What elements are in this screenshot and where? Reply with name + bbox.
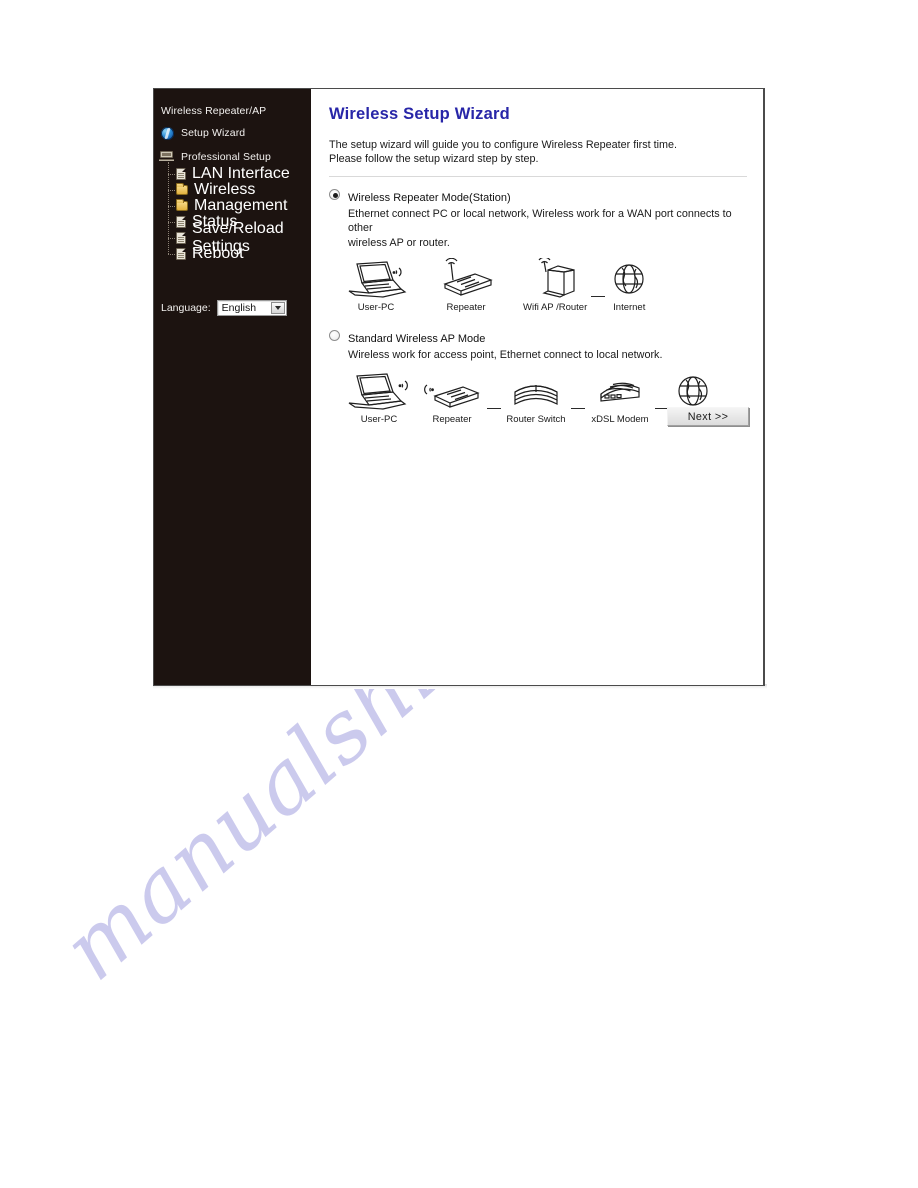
diagram-repeater-mode: User-PC Repeater Wifi AP /Router Interne… [343, 258, 749, 313]
page-root: manualshive.com Wireless Repeater/AP Set… [0, 0, 918, 1188]
divider [329, 176, 747, 177]
diagram-node-internet: Internet [609, 258, 649, 313]
language-selector-group: Language: English [154, 300, 311, 316]
sidebar-item-wireless[interactable]: Wireless [154, 181, 311, 198]
radio-standard-wireless-ap-mode[interactable] [329, 330, 340, 341]
diagram-node-router-switch: Router Switch [505, 370, 567, 425]
diagram-node-wifi-ap-router: Wifi AP /Router [523, 258, 587, 313]
laptop-wifi-icon [343, 370, 415, 412]
diagram-node-user-pc: User-PC [343, 258, 409, 313]
tree-connector [168, 206, 175, 207]
option-sub-line-2: wireless AP or router. [348, 237, 450, 249]
next-button-wrapper: Next >> [667, 407, 749, 426]
folder-icon [176, 183, 188, 195]
router-switch-icon [505, 370, 567, 412]
sidebar-item-label-reboot: Reboot [192, 245, 244, 262]
globe-internet-icon [673, 370, 713, 412]
diagram-link [571, 408, 585, 409]
document-icon [176, 232, 186, 244]
language-select-value: English [221, 302, 257, 314]
option-sub-line-1: Ethernet connect PC or local network, Wi… [348, 208, 732, 234]
option-wireless-repeater-mode[interactable]: Wireless Repeater Mode(Station) Ethernet… [329, 188, 749, 313]
sidebar-item-reboot[interactable]: Reboot [154, 245, 311, 262]
description-line-2: Please follow the setup wizard step by s… [329, 153, 539, 165]
folder-icon [176, 199, 188, 211]
language-select[interactable]: English [216, 300, 287, 316]
repeater-antenna-icon [435, 258, 497, 300]
diagram-caption-repeater: Repeater [446, 302, 486, 313]
diagram-caption-user-pc: User-PC [357, 302, 395, 313]
computer-icon [159, 150, 174, 163]
description-line-1: The setup wizard will guide you to confi… [329, 139, 678, 151]
radio-wireless-repeater-mode[interactable] [329, 189, 340, 200]
tree-connector [168, 238, 175, 239]
option-title-wireless-repeater-mode: Wireless Repeater Mode(Station) [348, 192, 511, 204]
diagram-node-user-pc-ap: User-PC [343, 370, 415, 425]
sidebar-tree: LAN Interface Wireless Management Status [154, 162, 311, 262]
globe-icon [161, 126, 174, 140]
document-icon [176, 216, 186, 228]
diagram-caption-wifi-ap-router: Wifi AP /Router [523, 302, 588, 313]
sidebar-item-save-reload-settings[interactable]: Save/Reload Settings [154, 220, 311, 255]
diagram-link [591, 296, 606, 297]
diagram-node-repeater-ap: Repeater [421, 370, 483, 425]
chevron-down-icon[interactable] [270, 302, 285, 314]
laptop-wifi-icon [343, 258, 409, 300]
diagram-caption-internet: Internet [613, 302, 646, 313]
router-admin-panel: Wireless Repeater/AP Setup Wizard Profes… [153, 88, 765, 686]
sidebar-title: Wireless Repeater/AP [161, 105, 267, 117]
sidebar-item-label-professional-setup: Professional Setup [181, 150, 271, 163]
tree-connector [168, 174, 175, 175]
modem-icon [589, 370, 651, 412]
language-label: Language: [161, 302, 211, 314]
tree-connector [168, 254, 175, 255]
diagram-caption-repeater-ap: Repeater [432, 414, 472, 425]
option-sub-line-1-ap: Wireless work for access point, Ethernet… [348, 349, 663, 361]
tree-connector [168, 190, 175, 191]
repeater-icon [421, 370, 483, 412]
sidebar-item-professional-setup[interactable]: Professional Setup [154, 148, 311, 165]
option-title-standard-wireless-ap-mode: Standard Wireless AP Mode [348, 333, 486, 345]
sidebar-item-label-setup-wizard: Setup Wizard [181, 127, 246, 139]
globe-internet-icon [609, 258, 649, 300]
main-content: Wireless Setup Wizard The setup wizard w… [311, 89, 763, 685]
diagram-caption-xdsl-modem: xDSL Modem [591, 414, 649, 425]
document-icon [176, 248, 186, 260]
sidebar-item-setup-wizard[interactable]: Setup Wizard [154, 124, 311, 142]
page-title: Wireless Setup Wizard [329, 105, 510, 123]
next-button[interactable]: Next >> [667, 407, 749, 426]
document-icon [176, 168, 186, 180]
sidebar-item-lan-interface[interactable]: LAN Interface [154, 165, 311, 182]
diagram-caption-router-switch: Router Switch [506, 414, 566, 425]
sidebar-item-management[interactable]: Management [154, 197, 311, 214]
sidebar: Wireless Repeater/AP Setup Wizard Profes… [154, 89, 311, 685]
diagram-caption-user-pc-ap: User-PC [360, 414, 398, 425]
diagram-node-xdsl-modem: xDSL Modem [589, 370, 651, 425]
diagram-node-repeater: Repeater [435, 258, 497, 313]
tree-connector [168, 222, 175, 223]
wifi-router-antenna-icon [524, 258, 586, 300]
diagram-link [487, 408, 501, 409]
